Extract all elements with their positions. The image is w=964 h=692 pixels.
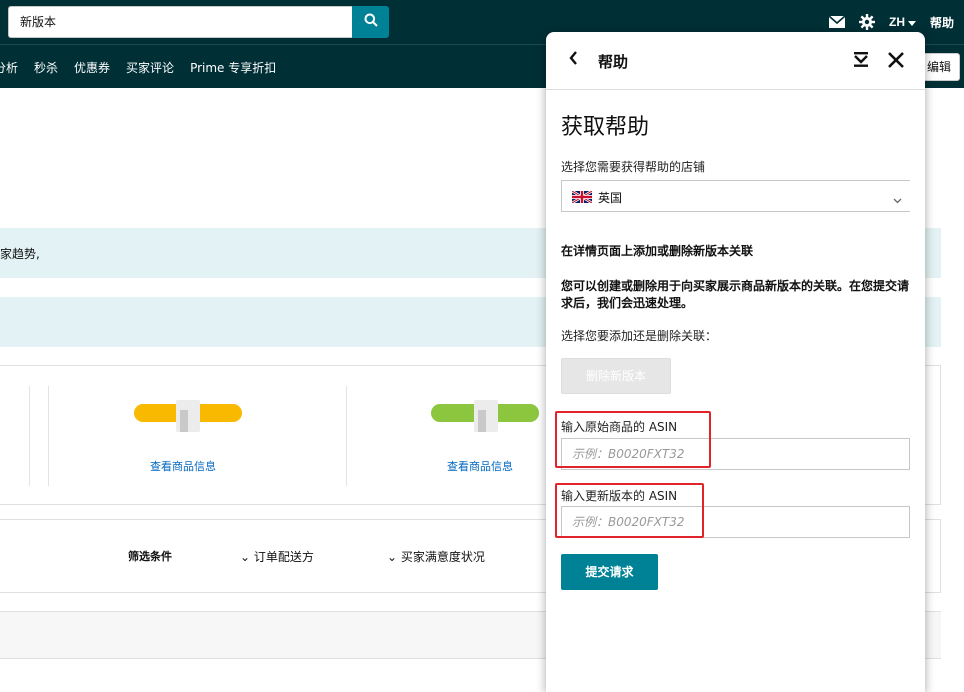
view-product-link[interactable]: 查看商品信息 [150, 458, 216, 474]
submit-request-button[interactable]: 提交请求 [561, 554, 658, 590]
help-panel-header: 帮助 [546, 32, 925, 90]
settings-gear-icon[interactable] [858, 14, 875, 30]
search-button[interactable] [352, 6, 389, 38]
search-icon [364, 13, 378, 32]
product-image [176, 400, 200, 432]
nav-item-prime-discount[interactable]: Prime 专享折扣 [190, 59, 276, 76]
filter-fulfillment[interactable]: ⌄ 订单配送方 [240, 548, 314, 565]
remove-new-version-button[interactable]: 删除新版本 [561, 358, 671, 394]
search-input[interactable]: 新版本 [8, 6, 352, 38]
annotation-box [555, 411, 711, 468]
nav-item-coupons[interactable]: 优惠券 [74, 59, 110, 76]
chevron-down-icon [893, 193, 902, 207]
banner-text: 家趋势, [0, 247, 40, 261]
store-select[interactable]: 英国 [561, 180, 910, 212]
annotation-box [555, 483, 704, 538]
filter-satisfaction-label: 买家满意度状况 [400, 550, 485, 564]
product-image [474, 400, 498, 432]
nav-item-reviews[interactable]: 买家评论 [126, 59, 174, 76]
language-label: ZH [888, 15, 905, 29]
section-title: 在详情页面上添加或删除新版本关联 [561, 244, 754, 258]
chevron-down-icon [907, 15, 916, 29]
uk-flag-icon [571, 189, 593, 206]
get-help-heading: 获取帮助 [561, 115, 650, 140]
help-panel-title: 帮助 [598, 53, 629, 71]
collapse-icon[interactable] [853, 52, 869, 72]
card-divider [346, 386, 347, 486]
help-panel: 帮助 获取帮助 选择您需要获得帮助的店铺 英国 在详情页面上添加或删除新版本关联… [546, 32, 925, 692]
card-divider [29, 386, 30, 486]
store-value: 英国 [598, 191, 623, 205]
filter-label: 筛选条件 [128, 550, 172, 563]
store-label: 选择您需要获得帮助的店铺 [561, 160, 706, 174]
filter-satisfaction[interactable]: ⌄ 买家满意度状况 [387, 548, 485, 565]
view-product-link[interactable]: 查看商品信息 [447, 458, 513, 474]
nav-item-lightning-deals[interactable]: 秒杀 [34, 59, 58, 76]
mail-icon[interactable] [828, 16, 845, 28]
card-divider [48, 386, 49, 486]
language-selector[interactable]: ZH [889, 15, 916, 29]
section-description: 您可以创建或删除用于向买家展示商品新版本的关联。在您提交请求后，我们会迅速处理。 [561, 279, 910, 310]
nav-item-analysis[interactable]: 分析 [0, 59, 18, 76]
close-icon[interactable] [887, 51, 905, 73]
filter-fulfillment-label: 订单配送方 [253, 550, 314, 564]
back-arrow-icon[interactable] [568, 50, 578, 70]
choose-action-label: 选择您要添加还是删除关联： [561, 329, 718, 343]
help-link[interactable]: 帮助 [930, 14, 954, 31]
